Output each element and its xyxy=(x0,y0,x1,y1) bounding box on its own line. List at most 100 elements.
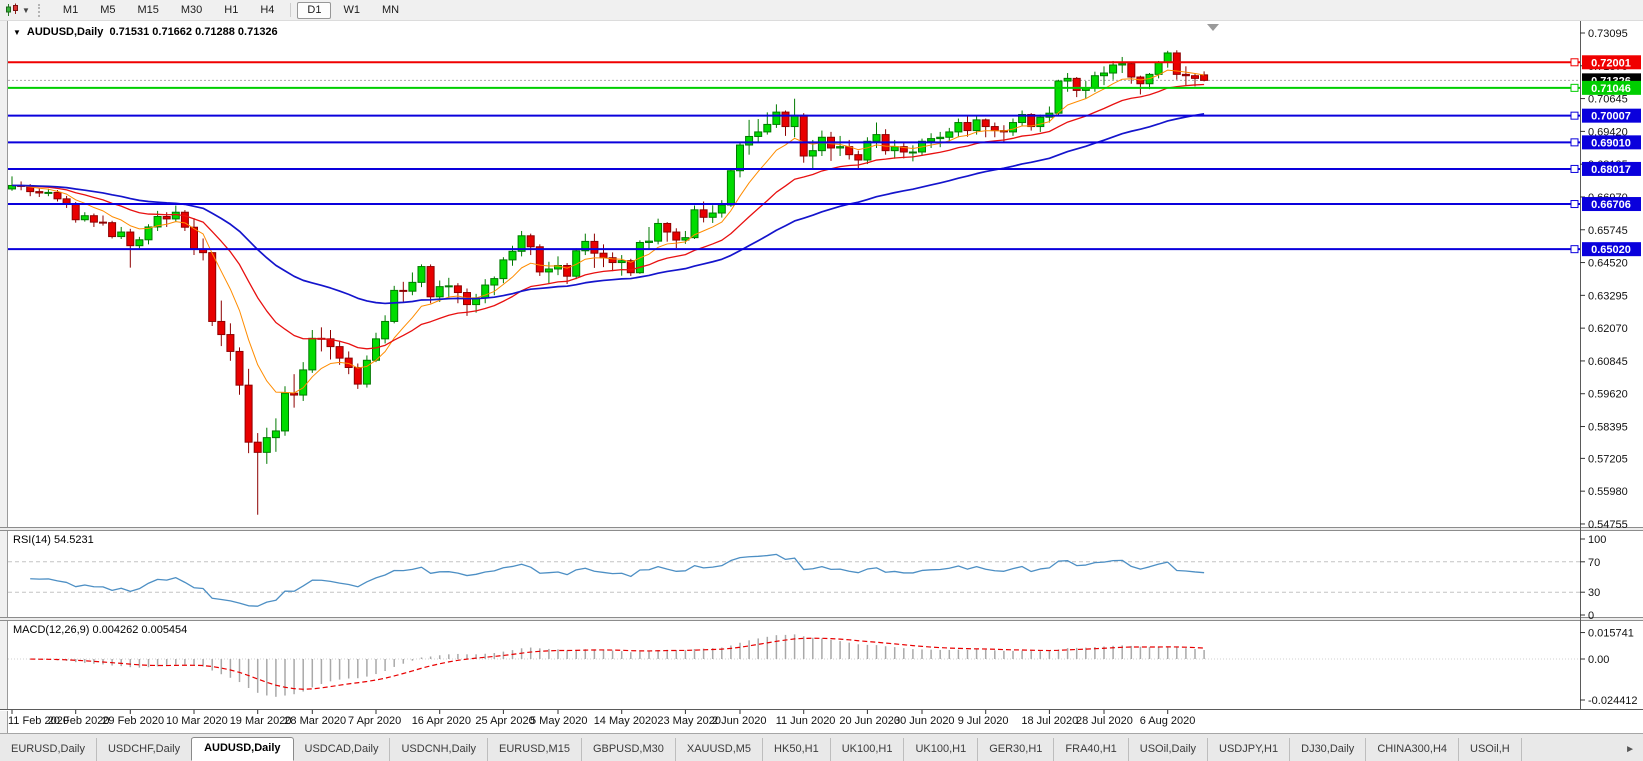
toolbar-grip[interactable] xyxy=(38,4,44,17)
price-tick-label: 0.73095 xyxy=(1588,28,1628,40)
svg-text:0.69010: 0.69010 xyxy=(1591,137,1631,149)
price-level-badge-0.68017[interactable]: 0.68017 xyxy=(1582,162,1641,176)
chart-tab-usdchf-daily[interactable]: USDCHF,Daily xyxy=(97,738,192,761)
date-tick-label: 9 Jul 2020 xyxy=(958,715,1009,727)
date-tick-label: 6 Aug 2020 xyxy=(1140,715,1196,727)
timeframe-button-m1[interactable]: M1 xyxy=(53,2,88,19)
chart-tab-usdcnh-daily[interactable]: USDCNH,Daily xyxy=(390,738,488,761)
macd-indicator-label: MACD(12,26,9) 0.004262 0.005454 xyxy=(13,624,187,636)
price-tick-label: 0.59620 xyxy=(1588,389,1628,401)
tab-scroll-right-icon[interactable]: ► xyxy=(1617,739,1643,761)
chart-tab-uk100-h1[interactable]: UK100,H1 xyxy=(831,738,905,761)
chart-tab-bar: EURUSD,DailyUSDCHF,DailyAUDUSD,DailyUSDC… xyxy=(0,733,1643,761)
timeframe-button-m30[interactable]: M30 xyxy=(171,2,212,19)
hline-handle[interactable] xyxy=(1571,246,1578,253)
price-level-badge-0.70007[interactable]: 0.70007 xyxy=(1582,109,1641,123)
chart-tab-eurusd-daily[interactable]: EURUSD,Daily xyxy=(0,738,97,761)
hline-handle[interactable] xyxy=(1571,59,1578,66)
price-tick-label: 0.65745 xyxy=(1588,225,1628,237)
toolbar-separator xyxy=(290,3,291,17)
candlestick-chart-icon-svg xyxy=(5,3,19,17)
date-tick-label: 16 Apr 2020 xyxy=(412,715,471,727)
price-tick-label: 0.62070 xyxy=(1588,323,1628,335)
svg-text:0.68017: 0.68017 xyxy=(1591,164,1631,176)
price-tick-label: 0.63295 xyxy=(1588,290,1628,302)
price-chart[interactable]: 0.730950.718700.706450.694200.681950.669… xyxy=(0,0,1643,760)
rsi-indicator-label: RSI(14) 54.5231 xyxy=(13,534,94,546)
chart-tab-gbpusd-m30[interactable]: GBPUSD,M30 xyxy=(582,738,676,761)
date-tick-label: 19 Mar 2020 xyxy=(230,715,292,727)
date-tick-label: 5 May 2020 xyxy=(530,715,587,727)
price-tick-label: 0.54755 xyxy=(1588,519,1628,531)
hline-handle[interactable] xyxy=(1571,201,1578,208)
price-tick-label: 0.64520 xyxy=(1588,258,1628,270)
timeframe-buttons: M1M5M15M30H1H4 D1W1MN xyxy=(52,2,410,19)
chart-tab-dj30-daily[interactable]: DJ30,Daily xyxy=(1290,738,1366,761)
price-level-badge-0.72001[interactable]: 0.72001 xyxy=(1582,55,1641,69)
top-toolbar: ▼ M1M5M15M30H1H4 D1W1MN xyxy=(0,0,1643,21)
timeframe-button-mn[interactable]: MN xyxy=(372,2,409,19)
svg-text:0.65020: 0.65020 xyxy=(1591,244,1631,256)
date-tick-label: 28 Jul 2020 xyxy=(1076,715,1133,727)
chart-tab-audusd-daily[interactable]: AUDUSD,Daily xyxy=(191,737,293,761)
price-tick-label: 0.57205 xyxy=(1588,453,1628,465)
chart-tab-china300-h4[interactable]: CHINA300,H4 xyxy=(1366,738,1459,761)
price-level-badge-0.66706[interactable]: 0.66706 xyxy=(1582,197,1641,211)
timeframe-button-m15[interactable]: M15 xyxy=(127,2,168,19)
timeframe-button-w1[interactable]: W1 xyxy=(333,2,370,19)
collapse-caret-icon[interactable]: ▼ xyxy=(13,28,21,37)
chart-tab-uk100-h1[interactable]: UK100,H1 xyxy=(904,738,978,761)
rsi-tick-label: 70 xyxy=(1588,557,1600,569)
date-tick-label: 11 Jun 2020 xyxy=(776,715,836,727)
chart-tab-ger30-h1[interactable]: GER30,H1 xyxy=(978,738,1054,761)
date-tick-label: 30 Jun 2020 xyxy=(894,715,955,727)
timeframe-button-m5[interactable]: M5 xyxy=(90,2,125,19)
chart-tab-eurusd-m15[interactable]: EURUSD,M15 xyxy=(488,738,582,761)
rsi-tick-label: 30 xyxy=(1588,587,1600,599)
date-tick-label: 25 Apr 2020 xyxy=(475,715,534,727)
chart-tab-fra40-h1[interactable]: FRA40,H1 xyxy=(1054,738,1128,761)
macd-tick-label: -0.024412 xyxy=(1588,695,1638,707)
price-tick-label: 0.58395 xyxy=(1588,422,1628,434)
rsi-tick-label: 100 xyxy=(1588,534,1606,546)
hline-handle[interactable] xyxy=(1571,84,1578,91)
hline-handle[interactable] xyxy=(1571,165,1578,172)
price-tick-label: 0.55980 xyxy=(1588,486,1628,498)
hline-handle[interactable] xyxy=(1571,139,1578,146)
chart-tab-hk50-h1[interactable]: HK50,H1 xyxy=(763,738,831,761)
chart-tab-usoil-h[interactable]: USOil,H xyxy=(1459,738,1522,761)
date-tick-label: 2 Jun 2020 xyxy=(712,715,766,727)
date-tick-label: 29 Feb 2020 xyxy=(102,715,164,727)
macd-tick-label: 0.00 xyxy=(1588,654,1609,666)
chart-symbol-period: AUDUSD,Daily xyxy=(27,26,103,38)
hline-handle[interactable] xyxy=(1571,112,1578,119)
price-level-badge-0.69010[interactable]: 0.69010 xyxy=(1582,135,1641,149)
svg-text:0.72001: 0.72001 xyxy=(1591,57,1631,69)
svg-text:0.70007: 0.70007 xyxy=(1591,111,1631,123)
svg-text:0.66706: 0.66706 xyxy=(1591,199,1631,211)
date-tick-label: 14 May 2020 xyxy=(594,715,658,727)
price-level-badge-0.71046[interactable]: 0.71046 xyxy=(1582,81,1641,95)
date-tick-label: 28 Mar 2020 xyxy=(284,715,346,727)
price-tick-label: 0.60845 xyxy=(1588,356,1628,368)
chart-tab-usdjpy-h1[interactable]: USDJPY,H1 xyxy=(1208,738,1290,761)
price-tick-label: 0.70645 xyxy=(1588,94,1628,106)
chart-tab-xauusd-m5[interactable]: XAUUSD,M5 xyxy=(676,738,763,761)
chart-tab-usdcad-daily[interactable]: USDCAD,Daily xyxy=(294,738,391,761)
svg-text:0.71046: 0.71046 xyxy=(1591,83,1631,95)
date-tick-label: 10 Mar 2020 xyxy=(166,715,228,727)
date-tick-label: 18 Jul 2020 xyxy=(1021,715,1078,727)
date-tick-label: 7 Apr 2020 xyxy=(348,715,401,727)
macd-tick-label: 0.015741 xyxy=(1588,628,1634,640)
chart-type-dropdown-caret[interactable]: ▼ xyxy=(22,6,30,15)
date-tick-label: 20 Feb 2020 xyxy=(48,715,110,727)
rsi-tick-label: 0 xyxy=(1588,610,1594,622)
timeframe-button-h1[interactable]: H1 xyxy=(214,2,248,19)
chart-ohlc-values: 0.71531 0.71662 0.71288 0.71326 xyxy=(109,26,277,38)
date-tick-label: 20 Jun 2020 xyxy=(839,715,900,727)
price-level-badge-0.65020[interactable]: 0.65020 xyxy=(1582,242,1641,256)
chart-tab-usoil-daily[interactable]: USOil,Daily xyxy=(1129,738,1208,761)
timeframe-button-d1[interactable]: D1 xyxy=(297,2,331,19)
candlestick-chart-icon[interactable] xyxy=(3,2,21,18)
timeframe-button-h4[interactable]: H4 xyxy=(250,2,284,19)
